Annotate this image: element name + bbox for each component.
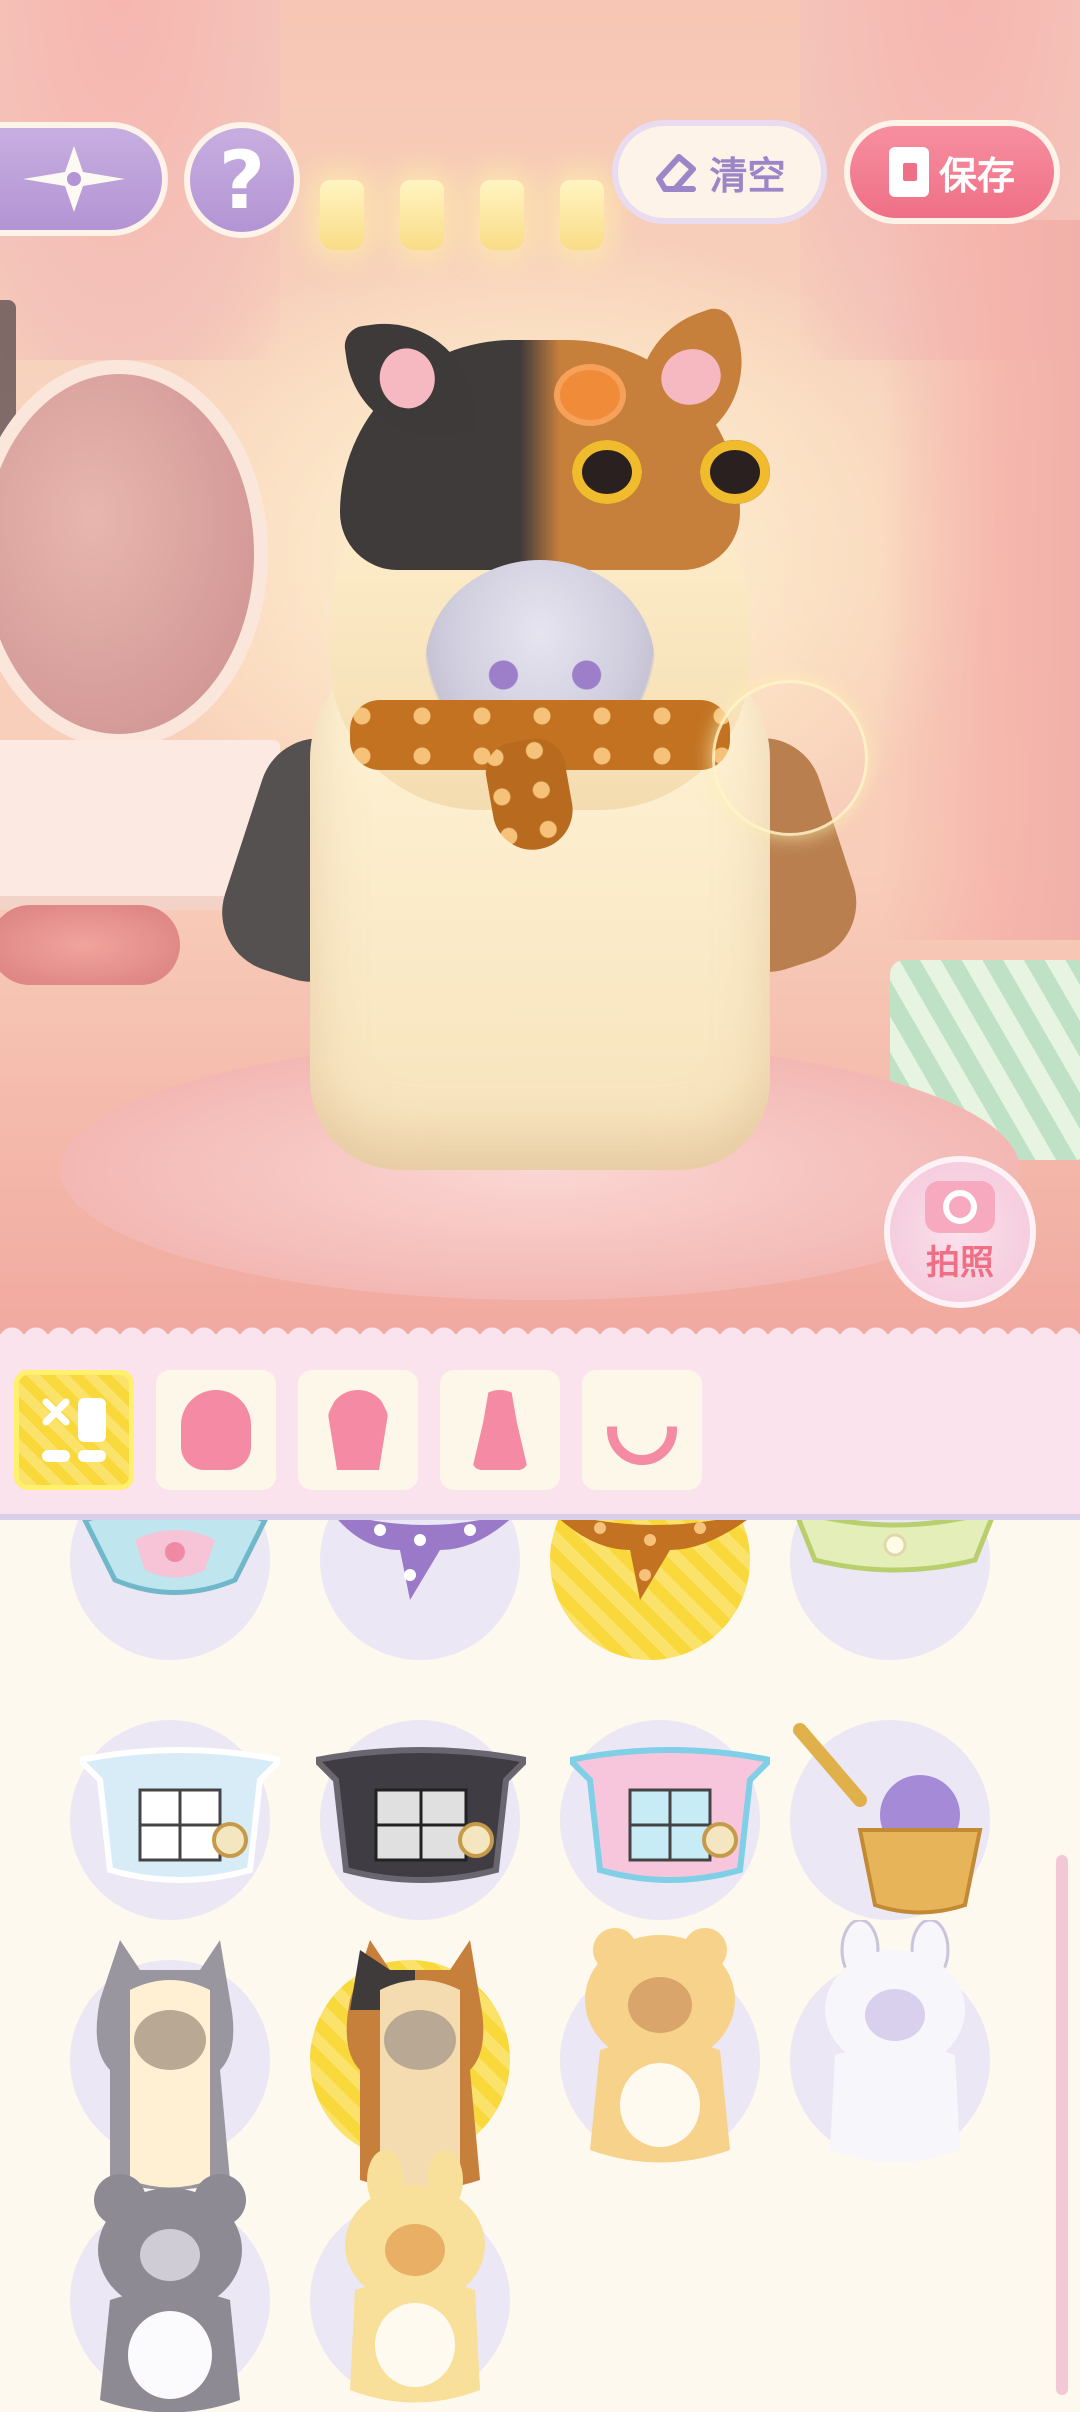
green-plaid-collar-icon xyxy=(796,1520,994,1573)
pink-card-apron-icon xyxy=(570,1747,770,1883)
avatar-eyes xyxy=(480,660,610,690)
tab-all[interactable] xyxy=(14,1370,134,1490)
koala-suit-icon xyxy=(94,2174,246,2412)
scallop-border xyxy=(0,1316,1080,1340)
rotate-handle-ring[interactable] xyxy=(712,680,868,836)
item-black-apron[interactable] xyxy=(316,1720,526,1920)
hood-outfit-icon xyxy=(181,1390,251,1470)
item-orange-scarf[interactable] xyxy=(550,1520,750,1660)
item-teacup-collar[interactable] xyxy=(70,1520,270,1660)
item-bear-suit[interactable] xyxy=(560,1928,760,2163)
camera-label: 拍照 xyxy=(926,1242,994,1283)
teacup-collar-icon xyxy=(82,1520,268,1595)
item-bunny-suit[interactable] xyxy=(790,1920,990,2163)
flower-basket-icon xyxy=(793,1723,983,1915)
camera-button[interactable]: 拍照 xyxy=(884,1156,1036,1308)
item-green-collar[interactable] xyxy=(790,1520,994,1660)
orange-polka-scarf-icon xyxy=(560,1520,747,1600)
menu-button[interactable] xyxy=(0,122,168,236)
item-grid xyxy=(0,1520,1080,2412)
item-grid-scrollbar[interactable] xyxy=(1056,1855,1068,2395)
all-items-icon xyxy=(42,1398,106,1462)
help-button[interactable]: ? xyxy=(184,122,300,238)
item-koala-suit[interactable] xyxy=(70,2174,270,2412)
eraser-icon xyxy=(656,154,697,192)
clear-label: 清空 xyxy=(709,153,786,198)
flower-ornament xyxy=(560,370,620,420)
help-label: ? xyxy=(218,133,266,227)
cat-eye-right xyxy=(700,440,770,504)
save-label: 保存 xyxy=(938,153,1015,198)
item-flower-basket[interactable] xyxy=(790,1720,990,1920)
item-white-apron[interactable] xyxy=(70,1720,280,1920)
stool xyxy=(0,905,180,985)
vanity-lights xyxy=(300,150,660,260)
side-curtain xyxy=(880,220,1080,940)
bear-suit-icon xyxy=(585,1928,735,2163)
tab-top[interactable] xyxy=(298,1370,418,1490)
save-file-icon xyxy=(888,147,929,197)
item-purple-scarf[interactable] xyxy=(320,1520,520,1660)
purple-polka-scarf-icon xyxy=(338,1520,510,1600)
dress-icon xyxy=(472,1390,528,1470)
item-pink-apron[interactable] xyxy=(560,1720,770,1920)
category-tab-bar xyxy=(0,1316,1080,1520)
necklace-icon xyxy=(607,1426,677,1465)
tab-hood-outfit[interactable] xyxy=(156,1370,276,1490)
black-card-apron-icon xyxy=(316,1747,526,1883)
save-button[interactable]: 保存 xyxy=(844,120,1060,224)
four-point-star-icon xyxy=(23,146,125,212)
top-icon xyxy=(328,1390,388,1470)
item-calico-cat-hood[interactable] xyxy=(310,1940,510,2190)
white-card-apron-icon xyxy=(80,1747,280,1883)
item-yellow-bunny-suit[interactable] xyxy=(310,2150,510,2403)
tab-necklace[interactable] xyxy=(582,1370,702,1490)
tab-dress[interactable] xyxy=(440,1370,560,1490)
yellow-bunny-suit-icon xyxy=(345,2150,485,2403)
item-gray-cat-hood[interactable] xyxy=(70,1940,270,2190)
clear-button[interactable]: 清空 xyxy=(612,120,827,224)
bunny-suit-icon xyxy=(825,1920,965,2163)
cat-eye-left xyxy=(572,440,642,504)
camera-icon xyxy=(925,1180,995,1233)
